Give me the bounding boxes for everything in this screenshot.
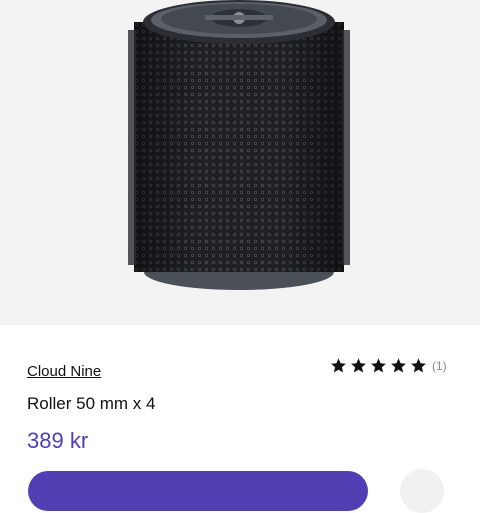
brand-link[interactable]: Cloud Nine (27, 363, 101, 380)
rating-count: (1) (432, 358, 447, 373)
product-name: Roller 50 mm x 4 (27, 394, 156, 413)
star-icon (371, 358, 386, 373)
favorite-button[interactable] (400, 469, 444, 513)
rating-stars[interactable]: (1) (330, 357, 447, 374)
product-price: 389 kr (27, 428, 89, 453)
hair-roller-image (128, 0, 350, 290)
star-icon (391, 358, 406, 373)
add-to-cart-button[interactable] (28, 471, 368, 511)
star-icon (351, 358, 366, 373)
star-icon (411, 358, 426, 373)
product-image-area[interactable] (0, 0, 480, 325)
product-info-section: Cloud Nine Roller 50 mm x 4 389 kr (1) (0, 325, 480, 513)
star-icon (331, 358, 346, 373)
